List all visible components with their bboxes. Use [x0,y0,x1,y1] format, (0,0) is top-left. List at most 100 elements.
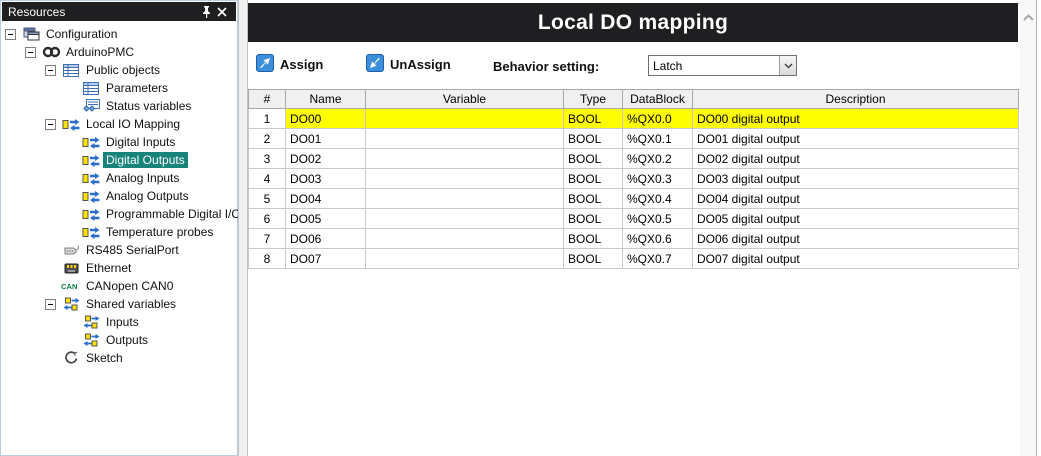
tree-item-label: Programmable Digital I/O [103,206,244,222]
tree-item-outputs[interactable]: Outputs [1,331,237,349]
table-row-do03[interactable]: 4 DO03 BOOL %QX0.3 DO03 digital output [249,169,1019,189]
cell-variable[interactable] [366,209,564,229]
cell-name[interactable]: DO02 [286,149,366,169]
cell-variable[interactable] [366,129,564,149]
cell-datablock[interactable]: %QX0.4 [623,189,693,209]
cell-description[interactable]: DO02 digital output [693,149,1019,169]
cell-description[interactable]: DO01 digital output [693,129,1019,149]
cell-type[interactable]: BOOL [564,209,623,229]
cell-datablock[interactable]: %QX0.3 [623,169,693,189]
table-row-do02[interactable]: 3 DO02 BOOL %QX0.2 DO02 digital output [249,149,1019,169]
cell-type[interactable]: BOOL [564,249,623,269]
cell-name[interactable]: DO03 [286,169,366,189]
chevron-up-icon[interactable] [1020,14,1036,21]
tree-item-temperature-probes[interactable]: Temperature probes [1,223,237,241]
tree-item-programmable-digital-i-o[interactable]: Programmable Digital I/O [1,205,237,223]
table-row-do00[interactable]: 1 DO00 BOOL %QX0.0 DO00 digital output [249,109,1019,129]
cell-datablock[interactable]: %QX0.6 [623,229,693,249]
sketch-icon [61,351,81,365]
cell-type[interactable]: BOOL [564,229,623,249]
cell-name[interactable]: DO07 [286,249,366,269]
cell-number[interactable]: 6 [249,209,286,229]
tree-item-label: Configuration [43,26,120,42]
cell-variable[interactable] [366,169,564,189]
vertical-scrollbar[interactable] [1020,0,1037,456]
column-header-variable: Variable [366,90,564,109]
cell-variable[interactable] [366,149,564,169]
tree-expander-icon[interactable] [45,65,56,76]
table-row-do07[interactable]: 8 DO07 BOOL %QX0.7 DO07 digital output [249,249,1019,269]
cell-number[interactable]: 4 [249,169,286,189]
table-row-do06[interactable]: 7 DO06 BOOL %QX0.6 DO06 digital output [249,229,1019,249]
cell-variable[interactable] [366,189,564,209]
table-row-do01[interactable]: 2 DO01 BOOL %QX0.1 DO01 digital output [249,129,1019,149]
tree-item-analog-outputs[interactable]: Analog Outputs [1,187,237,205]
page-title: Local DO mapping [538,11,728,35]
cell-number[interactable]: 2 [249,129,286,149]
cell-variable[interactable] [366,109,564,129]
resource-tree: Configuration ArduinoPMC Public objects … [1,21,237,367]
cell-number[interactable]: 5 [249,189,286,209]
unassign-button[interactable]: UnAssign [366,54,451,75]
tree-item-public-objects[interactable]: Public objects [1,61,237,79]
tree-item-local-io-mapping[interactable]: Local IO Mapping [1,115,237,133]
cell-number[interactable]: 1 [249,109,286,129]
tree-item-digital-outputs[interactable]: Digital Outputs [1,151,237,169]
cell-name[interactable]: DO05 [286,209,366,229]
panel-splitter[interactable] [238,0,248,456]
cell-description[interactable]: DO06 digital output [693,229,1019,249]
tree-item-analog-inputs[interactable]: Analog Inputs [1,169,237,187]
chevron-down-icon[interactable] [779,56,796,75]
cell-type[interactable]: BOOL [564,189,623,209]
tree-expander-icon[interactable] [5,29,16,40]
tree-item-sketch[interactable]: Sketch [1,349,237,367]
cell-datablock[interactable]: %QX0.7 [623,249,693,269]
pin-icon[interactable] [198,4,214,20]
cell-description[interactable]: DO07 digital output [693,249,1019,269]
cell-type[interactable]: BOOL [564,109,623,129]
io-mapping-icon [81,226,101,239]
cell-name[interactable]: DO00 [286,109,366,129]
tree-expander-icon[interactable] [45,299,56,310]
assign-button[interactable]: Assign [256,54,323,75]
cell-number[interactable]: 7 [249,229,286,249]
cell-datablock[interactable]: %QX0.1 [623,129,693,149]
cell-description[interactable]: DO03 digital output [693,169,1019,189]
tree-item-parameters[interactable]: Parameters [1,79,237,97]
main-panel: Local DO mapping Assign [248,0,1018,456]
tree-item-arduinopmc[interactable]: ArduinoPMC [1,43,237,61]
cell-datablock[interactable]: %QX0.5 [623,209,693,229]
tree-item-canopen-can0[interactable]: CAN CANopen CAN0 [1,277,237,295]
cell-type[interactable]: BOOL [564,169,623,189]
cell-number[interactable]: 8 [249,249,286,269]
cell-type[interactable]: BOOL [564,149,623,169]
cell-type[interactable]: BOOL [564,129,623,149]
io-mapping-icon [81,136,101,149]
tree-item-status-variables[interactable]: Status variables [1,97,237,115]
table-row-do05[interactable]: 6 DO05 BOOL %QX0.5 DO05 digital output [249,209,1019,229]
cell-name[interactable]: DO04 [286,189,366,209]
cell-datablock[interactable]: %QX0.0 [623,109,693,129]
close-icon[interactable] [214,4,230,20]
cell-description[interactable]: DO04 digital output [693,189,1019,209]
io-mapping-icon [81,154,101,167]
cell-datablock[interactable]: %QX0.2 [623,149,693,169]
assign-icon [256,54,274,75]
cell-variable[interactable] [366,249,564,269]
tree-item-ethernet[interactable]: Ethernet [1,259,237,277]
tree-expander-icon[interactable] [45,119,56,130]
table-row-do04[interactable]: 5 DO04 BOOL %QX0.4 DO04 digital output [249,189,1019,209]
tree-item-inputs[interactable]: Inputs [1,313,237,331]
tree-item-digital-inputs[interactable]: Digital Inputs [1,133,237,151]
tree-item-shared-variables[interactable]: Shared variables [1,295,237,313]
cell-description[interactable]: DO00 digital output [693,109,1019,129]
cell-description[interactable]: DO05 digital output [693,209,1019,229]
tree-item-rs485-serialport[interactable]: RS485 SerialPort [1,241,237,259]
cell-name[interactable]: DO01 [286,129,366,149]
cell-name[interactable]: DO06 [286,229,366,249]
behavior-setting-select[interactable]: Latch [648,55,797,76]
tree-expander-icon[interactable] [25,47,36,58]
cell-variable[interactable] [366,229,564,249]
tree-item-configuration[interactable]: Configuration [1,25,237,43]
cell-number[interactable]: 3 [249,149,286,169]
